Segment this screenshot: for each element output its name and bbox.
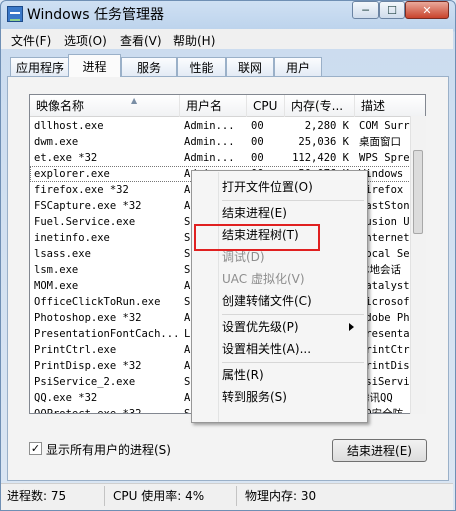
show-all-users-checkbox[interactable]: ✓	[29, 442, 42, 455]
cell-image-name: inetinfo.exe	[34, 232, 110, 244]
show-all-users-label[interactable]: 显示所有用户的进程(S)	[46, 441, 171, 458]
submenu-arrow-icon	[349, 323, 354, 331]
table-row[interactable]: dwm.exe Admin... 00 25,036 K 桌面窗口	[30, 134, 425, 150]
menu-separator	[222, 200, 364, 201]
column-description[interactable]: 描述	[355, 95, 425, 117]
cell-image-name: QQProtect.exe *32	[34, 408, 142, 414]
menu-separator	[222, 362, 364, 363]
sort-ascending-icon: ▲	[131, 96, 138, 105]
cell-cpu: 00	[251, 152, 264, 164]
cell-image-name: FSCapture.exe *32	[34, 200, 142, 212]
cell-user-name: Admin...	[184, 152, 235, 164]
context-menu-item[interactable]: 结束进程(E)	[222, 203, 287, 223]
cell-memory: 25,036 K	[298, 136, 349, 148]
cell-image-name: et.exe *32	[34, 152, 98, 164]
window-title: Windows 任务管理器	[27, 7, 164, 23]
status-process-count: 进程数: 75	[7, 489, 67, 503]
context-menu-item[interactable]: 设置相关性(A)...	[222, 339, 311, 359]
cell-image-name: explorer.exe	[34, 168, 110, 180]
tab-services[interactable]: 服务	[121, 57, 177, 76]
cell-image-name: PsiService_2.exe	[34, 376, 136, 388]
status-physical-memory: 物理内存: 30	[245, 489, 317, 503]
menu-view[interactable]: 查看(V)	[120, 32, 162, 49]
scrollbar-thumb[interactable]	[413, 150, 423, 234]
cell-memory: 112,420 K	[292, 152, 349, 164]
status-separator	[104, 486, 105, 506]
tab-applications[interactable]: 应用程序	[10, 57, 70, 76]
cell-user-name: Admin...	[184, 120, 235, 132]
cell-image-name: PrintDisp.exe *32	[34, 360, 142, 372]
context-menu-item[interactable]: 打开文件位置(O)	[222, 177, 313, 197]
column-image-name[interactable]: 映像名称	[30, 95, 180, 117]
cell-cpu: 00	[251, 120, 264, 132]
status-cpu-usage: CPU 使用率: 4%	[113, 489, 205, 503]
tab-networking[interactable]: 联网	[226, 57, 274, 76]
cell-image-name: firefox.exe *32	[34, 184, 129, 196]
context-menu-icon-strip	[193, 172, 219, 422]
cell-image-name: PresentationFontCach...	[34, 328, 180, 340]
cell-cpu: 00	[251, 136, 264, 148]
cell-image-name: lsass.exe	[34, 248, 91, 260]
column-user-name[interactable]: 用户名	[180, 95, 247, 117]
minimize-button[interactable]: ─	[352, 1, 379, 19]
cell-image-name: QQ.exe *32	[34, 392, 98, 404]
status-bar	[1, 483, 453, 510]
cell-image-name: dllhost.exe	[34, 120, 104, 132]
column-memory[interactable]: 内存(专...	[285, 95, 355, 117]
process-context-menu: 打开文件位置(O) 结束进程(E) 结束进程树(T) 调试(D) UAC 虚拟化(V) 创…	[191, 170, 368, 423]
column-header-row: 映像名称 ▲ 用户名 CPU 内存(专... 描述	[30, 95, 425, 117]
menu-file[interactable]: 文件(F)	[11, 32, 51, 49]
tab-processes[interactable]: 进程	[68, 54, 121, 77]
cell-image-name: MOM.exe	[34, 280, 79, 292]
task-manager-icon	[7, 6, 23, 22]
context-menu-item[interactable]: 设置优先级(P)	[222, 317, 299, 337]
tab-performance[interactable]: 性能	[177, 57, 226, 76]
checkmark-icon: ✓	[30, 442, 41, 455]
context-menu-item[interactable]: 创建转储文件(C)	[222, 291, 312, 311]
cell-image-name: dwm.exe	[34, 136, 79, 148]
cell-image-name: Fuel.Service.exe	[34, 216, 136, 228]
status-separator	[236, 486, 237, 506]
table-row[interactable]: dllhost.exe Admin... 00 2,280 K COM Surr	[30, 118, 425, 134]
menu-options[interactable]: 选项(O)	[64, 32, 107, 49]
cell-image-name: Photoshop.exe *32	[34, 312, 142, 324]
column-cpu[interactable]: CPU	[247, 95, 285, 117]
cell-memory: 2,280 K	[304, 120, 349, 132]
close-button[interactable]: ✕	[405, 1, 449, 19]
end-process-button[interactable]: 结束进程(E)	[332, 439, 427, 462]
tab-users[interactable]: 用户	[274, 57, 322, 76]
table-row[interactable]: et.exe *32 Admin... 00 112,420 K WPS Spre	[30, 150, 425, 166]
context-menu-item: UAC 虚拟化(V)	[222, 272, 305, 286]
restore-button[interactable]: ☐	[379, 1, 405, 19]
cell-user-name: Admin...	[184, 136, 235, 148]
highlight-box	[194, 224, 320, 251]
cell-image-name: PrintCtrl.exe	[34, 344, 117, 356]
cell-image-name: OfficeClickToRun.exe	[34, 296, 161, 308]
context-menu-item[interactable]: 属性(R)	[222, 365, 264, 385]
context-menu-item[interactable]: 转到服务(S)	[222, 387, 287, 407]
menu-separator	[222, 314, 364, 315]
menu-help[interactable]: 帮助(H)	[173, 32, 215, 49]
cell-image-name: lsm.exe	[34, 264, 79, 276]
